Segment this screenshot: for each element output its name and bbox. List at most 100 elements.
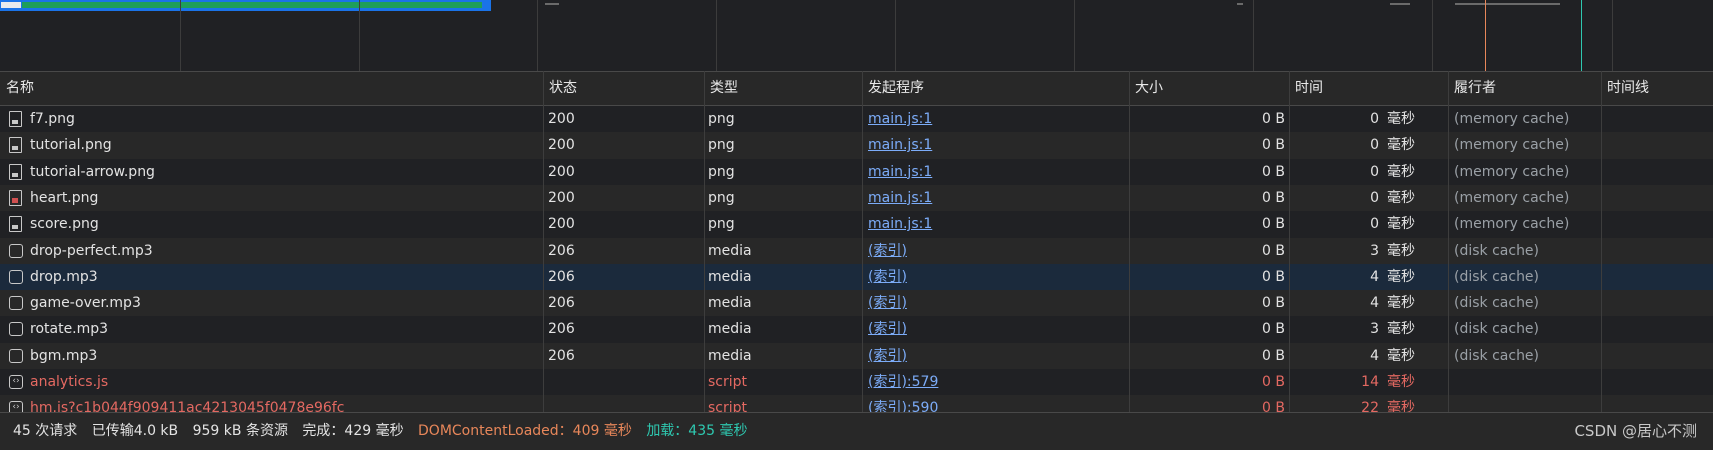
request-row[interactable]: drop.mp3 206 media (索引) 0 B 4 毫秒 (disk cache) — [0, 263, 1713, 291]
request-status: 200 — [548, 163, 575, 180]
request-size: 0 B — [1262, 295, 1285, 312]
request-name[interactable]: heart.png — [30, 185, 540, 211]
request-status: 200 — [548, 137, 575, 154]
request-row[interactable]: ‹› hm.js?c1b044f909411ac4213045f0478e96fc… — [0, 395, 1713, 412]
request-time: 0 毫秒 — [1290, 159, 1415, 185]
request-row[interactable]: tutorial.png 200 png main.js:1 0 B 0 毫秒 (memory… — [0, 132, 1713, 159]
request-initiator-link[interactable]: main.js:1 — [868, 185, 1128, 211]
overview-gridline — [1432, 0, 1433, 71]
request-time-unit: 毫秒 — [1387, 400, 1415, 412]
request-time: 0 毫秒 — [1290, 106, 1415, 132]
request-fulfilled-by: (disk cache) — [1454, 321, 1540, 338]
request-initiator-link[interactable]: main.js:1 — [868, 211, 1128, 237]
request-initiator-link[interactable]: main.js:1 — [868, 132, 1128, 158]
load-event-marker — [1581, 0, 1582, 71]
request-time-unit: 毫秒 — [1387, 189, 1415, 206]
request-time: 0 毫秒 — [1290, 132, 1415, 158]
overview-bar-download — [22, 2, 482, 8]
request-size: 0 B — [1262, 163, 1285, 180]
column-header-size[interactable]: 大小 — [1129, 72, 1289, 105]
request-row[interactable]: bgm.mp3 206 media (索引) 0 B 4 毫秒 (disk cache) — [0, 342, 1713, 369]
request-initiator-link[interactable]: (索引) — [868, 238, 1128, 264]
request-name[interactable]: tutorial-arrow.png — [30, 159, 540, 185]
request-initiator-link[interactable]: (索引):579 — [868, 369, 1128, 395]
request-time: 4 毫秒 — [1290, 264, 1415, 290]
request-row[interactable]: rotate.mp3 206 media (索引) 0 B 3 毫秒 (disk cache) — [0, 316, 1713, 343]
finish-time: 完成：429 毫秒 — [302, 423, 404, 439]
network-overview-timeline[interactable] — [0, 0, 1713, 71]
column-header-name[interactable]: 名称 — [0, 72, 543, 105]
request-name[interactable]: hm.js?c1b044f909411ac4213045f0478e96fc — [30, 395, 540, 412]
request-initiator-link[interactable]: (索引) — [868, 316, 1128, 342]
request-initiator-link[interactable]: (索引) — [868, 290, 1128, 316]
request-time: 14 毫秒 — [1290, 369, 1415, 395]
overview-gridline — [1612, 0, 1613, 71]
column-header-status[interactable]: 状态 — [543, 72, 704, 105]
request-size: 0 B — [1262, 216, 1285, 233]
column-divider[interactable] — [1129, 71, 1130, 412]
request-size: 0 B — [1262, 137, 1285, 154]
request-time-value: 0 — [1370, 111, 1379, 127]
request-initiator-link[interactable]: (索引) — [868, 343, 1128, 369]
request-row[interactable]: score.png 200 png main.js:1 0 B 0 毫秒 (memory ca… — [0, 211, 1713, 238]
request-name[interactable]: rotate.mp3 — [30, 316, 540, 342]
request-status: 200 — [548, 216, 575, 233]
request-fulfilled-by: (disk cache) — [1454, 268, 1540, 285]
column-divider[interactable] — [1289, 71, 1290, 412]
request-fulfilled-by: (memory cache) — [1454, 163, 1570, 180]
request-time: 3 毫秒 — [1290, 316, 1415, 342]
request-name[interactable]: drop.mp3 — [30, 264, 540, 290]
column-divider[interactable] — [1448, 71, 1449, 412]
overview-gridline — [180, 0, 181, 71]
column-header-time[interactable]: 时间 — [1289, 72, 1448, 105]
request-name[interactable]: tutorial.png — [30, 132, 540, 158]
network-summary-bar: 45 次请求 已传输4.0 kB 959 kB 条资源 完成：429 毫秒 DO… — [0, 412, 1713, 450]
request-time-value: 3 — [1370, 321, 1379, 338]
request-row[interactable]: f7.png 200 png main.js:1 0 B 0 毫秒 (memory cache… — [0, 106, 1713, 133]
request-name[interactable]: bgm.mp3 — [30, 343, 540, 369]
request-fulfilled-by: (memory cache) — [1454, 137, 1570, 154]
request-fulfilled-by: (disk cache) — [1454, 295, 1540, 312]
request-type: png — [708, 163, 735, 180]
request-name[interactable]: game-over.mp3 — [30, 290, 540, 316]
media-file-icon — [9, 322, 23, 337]
media-file-icon — [9, 243, 23, 258]
column-divider[interactable] — [704, 71, 705, 412]
request-name[interactable]: drop-perfect.mp3 — [30, 238, 540, 264]
request-initiator-link[interactable]: main.js:1 — [868, 159, 1128, 185]
request-time-unit: 毫秒 — [1387, 242, 1415, 259]
column-header-initiator[interactable]: 发起程序 — [862, 72, 1129, 105]
request-row[interactable]: heart.png 200 png main.js:1 0 B 0 毫秒 (memory ca… — [0, 184, 1713, 212]
request-initiator-link[interactable]: (索引) — [868, 264, 1128, 290]
column-header-fulfilled-by[interactable]: 履行者 — [1448, 72, 1601, 105]
request-row[interactable]: tutorial-arrow.png 200 png main.js:1 0 B 0 毫秒 (… — [0, 158, 1713, 185]
column-header-type[interactable]: 类型 — [704, 72, 862, 105]
request-name[interactable]: score.png — [30, 211, 540, 237]
request-status: 206 — [548, 268, 575, 285]
request-row[interactable]: ‹› analytics.js script (索引):579 0 B 14 毫秒 — [0, 369, 1713, 396]
request-fulfilled-by — [1454, 369, 1604, 395]
column-divider[interactable] — [862, 71, 863, 412]
overview-gridline — [359, 0, 360, 71]
request-time-unit: 毫秒 — [1387, 137, 1415, 154]
request-time-unit: 毫秒 — [1387, 163, 1415, 180]
request-status — [548, 395, 698, 412]
request-time-value: 22 — [1361, 400, 1379, 412]
column-divider[interactable] — [543, 71, 544, 412]
request-status: 200 — [548, 189, 575, 206]
script-file-icon: ‹› — [9, 375, 23, 389]
request-name[interactable]: f7.png — [30, 106, 540, 132]
request-initiator-link[interactable]: main.js:1 — [868, 106, 1128, 132]
request-count: 45 次请求 — [13, 423, 78, 439]
request-name[interactable]: analytics.js — [30, 369, 540, 395]
overview-request-tick — [1237, 3, 1243, 5]
column-divider[interactable] — [1601, 71, 1602, 412]
overview-request-tick — [1390, 3, 1410, 5]
request-row[interactable]: drop-perfect.mp3 206 media (索引) 0 B 3 毫秒 (disk … — [0, 237, 1713, 264]
request-row[interactable]: game-over.mp3 206 media (索引) 0 B 4 毫秒 (disk cac… — [0, 290, 1713, 317]
request-initiator-link[interactable]: (索引):590 — [868, 395, 1128, 412]
request-table-body: f7.png 200 png main.js:1 0 B 0 毫秒 (memory cache… — [0, 106, 1713, 412]
request-time-value: 0 — [1370, 163, 1379, 180]
transferred-size: 已传输4.0 kB — [91, 423, 179, 439]
column-header-waterfall[interactable]: 时间线 — [1601, 72, 1713, 105]
